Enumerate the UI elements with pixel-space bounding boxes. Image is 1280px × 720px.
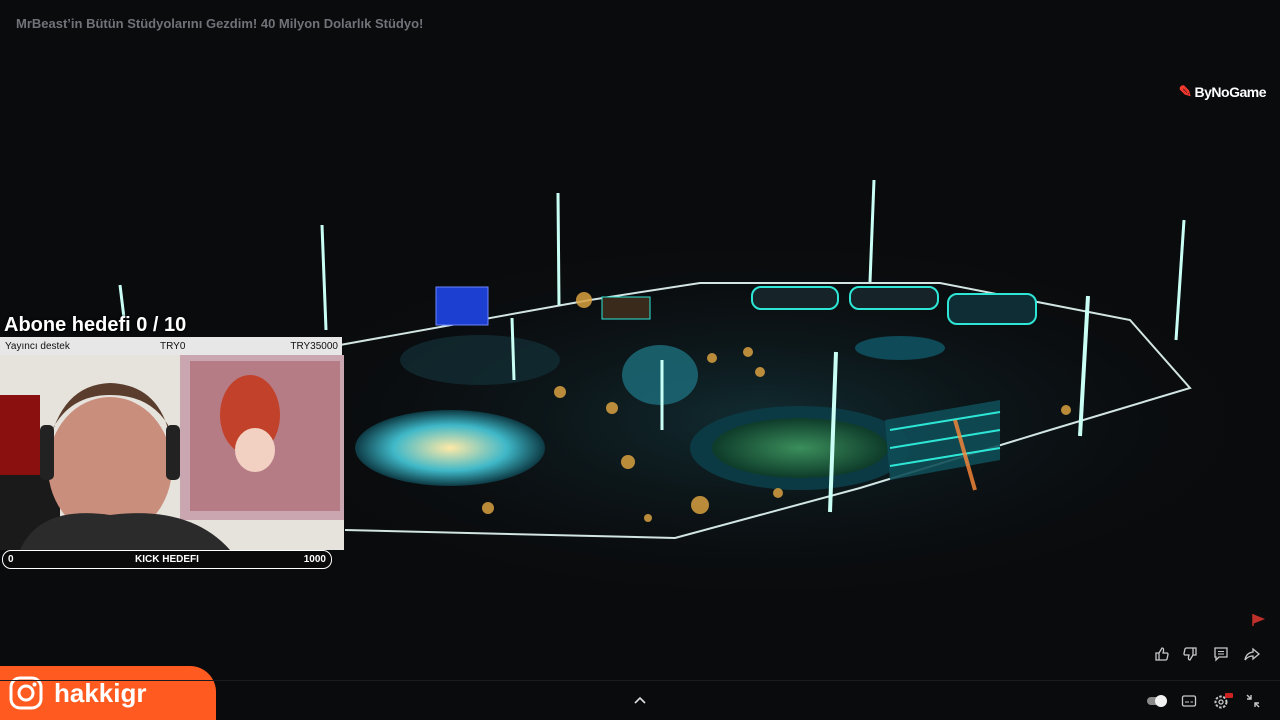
donation-target: TRY35000 [290,340,338,352]
kick-goal-end: 1000 [303,554,326,565]
donation-label: Yayıncı destek [5,340,70,352]
share-icon[interactable] [1244,646,1260,662]
exit-fullscreen-icon[interactable] [1245,693,1261,709]
kick-goal-bar: 0 KICK HEDEFI 1000 [2,550,332,569]
instagram-handle: hakkigr [54,677,147,708]
thumbs-up-icon[interactable] [1154,646,1170,662]
donation-current: TRY0 [160,340,186,352]
autoplay-toggle-icon[interactable] [1146,694,1168,708]
gear-icon[interactable] [1213,692,1233,710]
webcam-image [0,355,344,550]
comment-icon[interactable] [1213,646,1229,662]
controls-divider [0,680,1280,681]
flag-icon[interactable] [1250,612,1266,628]
webcam-feed [0,355,344,550]
captions-icon[interactable] [1181,693,1197,709]
watermark-text: ByNoGame [1194,84,1267,100]
donation-goal-bar: Yayıncı destek TRY0 TRY35000 [0,337,342,355]
subscriber-goal: Abone hedefi 0 / 10 [4,314,187,336]
chevron-up-icon[interactable] [632,694,648,706]
kick-goal-start: 0 [8,554,14,565]
channel-watermark: ✎ ByNoGame [1178,82,1267,102]
bynogame-logo-icon: ✎ [1178,84,1192,101]
thumbs-down-icon[interactable] [1182,646,1198,662]
video-title: MrBeast’in Bütün Stüdyolarını Gezdim! 40… [16,16,424,31]
instagram-badge: hakkigr [0,666,216,720]
kick-goal-label: KICK HEDEFI [135,554,199,565]
